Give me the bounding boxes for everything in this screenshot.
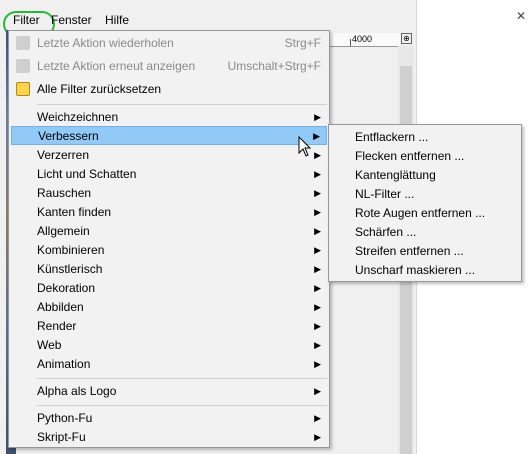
menu-item-dekoration[interactable]: Dekoration ▶ (11, 279, 327, 298)
menubar: Filter Fenster Hilfe (0, 8, 416, 37)
ruler-tick (350, 39, 351, 46)
menu-hilfe[interactable]: Hilfe (102, 12, 132, 28)
menu-item-shortcut: Umschalt+Strg+F (227, 59, 321, 73)
menu-item-reset-all-filters[interactable]: Alle Filter zurücksetzen (11, 80, 327, 99)
submenu-arrow-icon: ▶ (314, 359, 321, 369)
submenu-arrow-icon: ▶ (314, 226, 321, 236)
submenu-arrow-icon: ▶ (314, 264, 321, 274)
menu-item-label: Letzte Aktion erneut anzeigen (37, 59, 196, 73)
submenu-arrow-icon: ▶ (313, 131, 320, 141)
menu-item-shortcut: Strg+F (284, 36, 321, 50)
submenu-arrow-icon: ▶ (314, 188, 321, 198)
menu-item-reshow-last[interactable]: Letzte Aktion erneut anzeigen Umschalt+S… (11, 57, 327, 76)
menu-separator (37, 405, 327, 406)
menu-item-label: Alpha als Logo (37, 384, 117, 398)
menu-item-label: Verzerren (37, 148, 90, 162)
submenu-arrow-icon: ▶ (314, 112, 321, 122)
menu-item-rauschen[interactable]: Rauschen ▶ (11, 184, 327, 203)
menu-fenster[interactable]: Fenster (48, 12, 95, 28)
ruler-label: 4000 (352, 34, 373, 44)
menu-item-label: Rauschen (37, 186, 92, 200)
submenu-item-entflackern[interactable]: Entflackern ... (331, 128, 519, 147)
menu-item-label: Letzte Aktion wiederholen (37, 36, 174, 50)
menu-separator (37, 104, 327, 105)
submenu-arrow-icon: ▶ (314, 432, 321, 442)
horizontal-ruler: 4000 (330, 33, 400, 47)
menu-item-label: Abbilden (37, 300, 84, 314)
submenu-item-schaerfen[interactable]: Schärfen ... (331, 223, 519, 242)
menu-item-label: Web (37, 338, 62, 352)
filter-menu: Letzte Aktion wiederholen Strg+F Letzte … (8, 30, 330, 448)
submenu-item-label: Unscharf maskieren ... (355, 263, 476, 277)
submenu-arrow-icon: ▶ (314, 283, 321, 293)
submenu-arrow-icon: ▶ (314, 386, 321, 396)
menu-item-label: Dekoration (37, 281, 96, 295)
reshow-icon (16, 59, 30, 73)
submenu-item-label: Streifen entfernen ... (355, 244, 464, 258)
menu-item-label: Verbessern (38, 129, 99, 143)
submenu-item-flecken-entfernen[interactable]: Flecken entfernen ... (331, 147, 519, 166)
menu-item-animation[interactable]: Animation ▶ (11, 355, 327, 374)
menu-item-label: Animation (37, 357, 91, 371)
verbessern-submenu: Entflackern ... Flecken entfernen ... Ka… (328, 124, 522, 282)
menu-item-alpha-als-logo[interactable]: Alpha als Logo ▶ (11, 382, 327, 401)
menu-item-abbilden[interactable]: Abbilden ▶ (11, 298, 327, 317)
menu-item-kombinieren[interactable]: Kombinieren ▶ (11, 241, 327, 260)
submenu-arrow-icon: ▶ (314, 207, 321, 217)
menu-item-verbessern[interactable]: Verbessern ▶ (11, 126, 327, 145)
submenu-item-label: Entflackern ... (355, 130, 429, 144)
menu-item-label: Alle Filter zurücksetzen (37, 82, 162, 96)
submenu-arrow-icon: ▶ (314, 245, 321, 255)
menu-item-licht-und-schatten[interactable]: Licht und Schatten ▶ (11, 165, 327, 184)
submenu-arrow-icon: ▶ (314, 150, 321, 160)
submenu-item-label: Rote Augen entfernen ... (355, 206, 486, 220)
submenu-item-rote-augen-entfernen[interactable]: Rote Augen entfernen ... (331, 204, 519, 223)
menu-item-allgemein[interactable]: Allgemein ▶ (11, 222, 327, 241)
submenu-item-label: Kantenglättung (355, 168, 436, 182)
submenu-item-nl-filter[interactable]: NL-Filter ... (331, 185, 519, 204)
reset-icon (16, 82, 30, 96)
menu-item-label: Skript-Fu (37, 430, 86, 444)
dock-close-icon[interactable]: ✕ (515, 10, 527, 22)
submenu-arrow-icon: ▶ (314, 302, 321, 312)
submenu-arrow-icon: ▶ (314, 321, 321, 331)
submenu-arrow-icon: ▶ (314, 413, 321, 423)
menu-item-kanten-finden[interactable]: Kanten finden ▶ (11, 203, 327, 222)
submenu-item-unscharf-maskieren[interactable]: Unscharf maskieren ... (331, 261, 519, 280)
menu-separator (37, 378, 327, 379)
menu-item-repeat-last[interactable]: Letzte Aktion wiederholen Strg+F (11, 34, 327, 53)
menu-item-label: Allgemein (37, 224, 90, 238)
submenu-item-label: Schärfen ... (355, 225, 417, 239)
menu-item-weichzeichnen[interactable]: Weichzeichnen ▶ (11, 108, 327, 127)
submenu-arrow-icon: ▶ (314, 340, 321, 350)
menu-item-python-fu[interactable]: Python-Fu ▶ (11, 409, 327, 428)
repeat-icon (16, 36, 30, 50)
submenu-item-streifen-entfernen[interactable]: Streifen entfernen ... (331, 242, 519, 261)
menu-item-verzerren[interactable]: Verzerren ▶ (11, 146, 327, 165)
menu-item-kuenstlerisch[interactable]: Künstlerisch ▶ (11, 260, 327, 279)
menu-item-label: Künstlerisch (37, 262, 103, 276)
menu-item-label: Licht und Schatten (37, 167, 137, 181)
menu-item-label: Weichzeichnen (37, 110, 119, 124)
mouse-cursor-icon (298, 136, 312, 157)
menu-item-web[interactable]: Web ▶ (11, 336, 327, 355)
menu-filter[interactable]: Filter (10, 12, 43, 28)
menu-item-skript-fu[interactable]: Skript-Fu ▶ (11, 428, 327, 447)
submenu-item-kantenglaettung[interactable]: Kantenglättung (331, 166, 519, 185)
navigate-icon[interactable]: ⊕ (401, 33, 412, 44)
submenu-item-label: NL-Filter ... (355, 187, 415, 201)
menu-item-render[interactable]: Render ▶ (11, 317, 327, 336)
menu-item-label: Kombinieren (37, 243, 105, 257)
menu-item-label: Python-Fu (37, 411, 93, 425)
menu-item-label: Render (37, 319, 77, 333)
submenu-item-label: Flecken entfernen ... (355, 149, 465, 163)
submenu-arrow-icon: ▶ (314, 169, 321, 179)
menu-item-label: Kanten finden (37, 205, 112, 219)
